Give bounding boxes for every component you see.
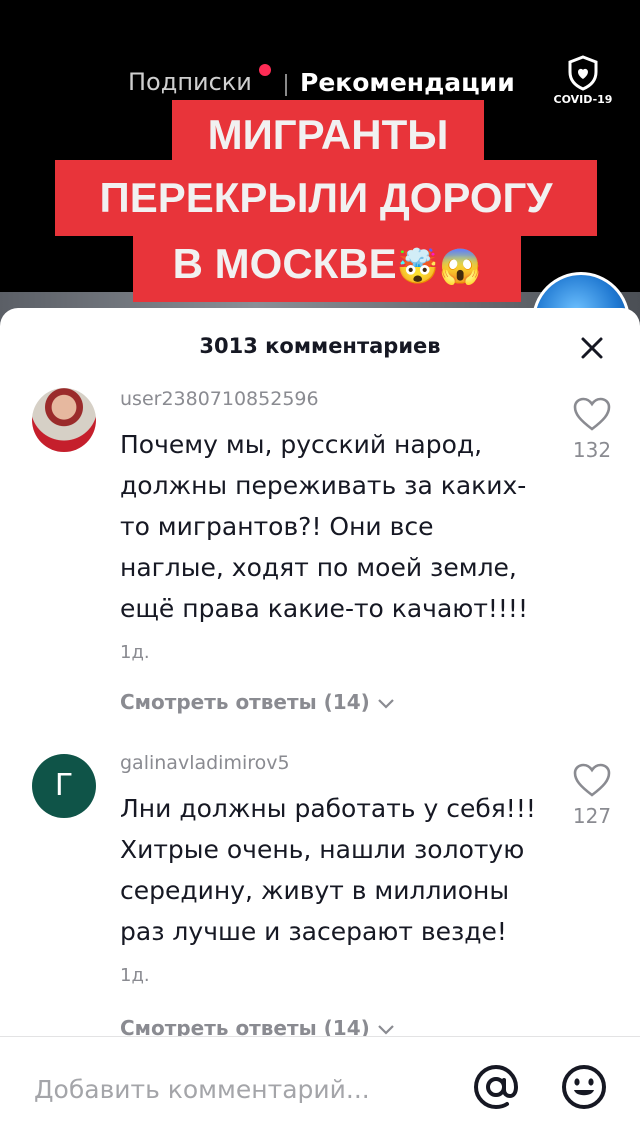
chevron-down-icon — [377, 1024, 394, 1035]
comment-body: Почему мы, русский народ, должны пережив… — [120, 430, 528, 623]
view-replies-button[interactable]: Смотреть ответы (14) — [120, 690, 396, 714]
covid-button[interactable]: COVID-19 — [550, 55, 616, 106]
comment-text: Лни должны работать у себя!!! Хитрые оче… — [120, 788, 540, 996]
caption-line3-text: В МОСКВЕ — [172, 240, 397, 287]
heart-icon — [573, 763, 611, 797]
tab-divider — [285, 74, 287, 96]
comment-time: 1д. — [120, 642, 150, 663]
avatar[interactable]: Г — [32, 754, 96, 818]
video-caption-line2: ПЕРЕКРЫЛИ ДОРОГУ — [55, 160, 597, 236]
comment-input[interactable] — [34, 1069, 454, 1109]
video-area[interactable]: Подписки Рекомендации COVID-19 МИГРАНТЫ … — [0, 0, 640, 340]
like-button[interactable]: 132 — [568, 396, 616, 462]
caption-emoji: 🤯😱 — [396, 248, 482, 286]
like-button[interactable]: 127 — [568, 762, 616, 828]
notification-dot — [259, 64, 271, 76]
comment-input-bar — [0, 1036, 640, 1137]
covid-label: COVID-19 — [553, 93, 613, 106]
view-replies-label: Смотреть ответы (14) — [120, 690, 370, 714]
avatar[interactable] — [32, 388, 96, 452]
like-count: 127 — [572, 804, 612, 828]
close-icon[interactable] — [576, 332, 608, 364]
comments-header: 3013 комментариев — [0, 308, 640, 386]
heart-icon — [573, 397, 611, 431]
tab-recommendations[interactable]: Рекомендации — [300, 68, 515, 97]
comment-body: Лни должны работать у себя!!! Хитрые оче… — [120, 794, 536, 946]
comment-username[interactable]: user2380710852596 — [120, 388, 319, 410]
video-caption-line3: В МОСКВЕ🤯😱 — [133, 226, 521, 302]
chevron-down-icon — [377, 698, 394, 709]
tab-following[interactable]: Подписки — [128, 68, 252, 96]
comment-text: Почему мы, русский народ, должны пережив… — [120, 424, 540, 673]
shield-icon — [568, 55, 598, 91]
feed-tabs: Подписки Рекомендации — [0, 64, 640, 102]
comments-sheet: 3013 комментариев user2380710852596 Поче… — [0, 308, 640, 1136]
comment-time: 1д. — [120, 965, 150, 986]
mention-icon[interactable] — [472, 1063, 520, 1111]
emoji-icon[interactable] — [560, 1063, 608, 1111]
comment-username[interactable]: galinavladimirov5 — [120, 752, 290, 774]
like-count: 132 — [572, 438, 612, 462]
comments-count-title: 3013 комментариев — [199, 334, 441, 358]
